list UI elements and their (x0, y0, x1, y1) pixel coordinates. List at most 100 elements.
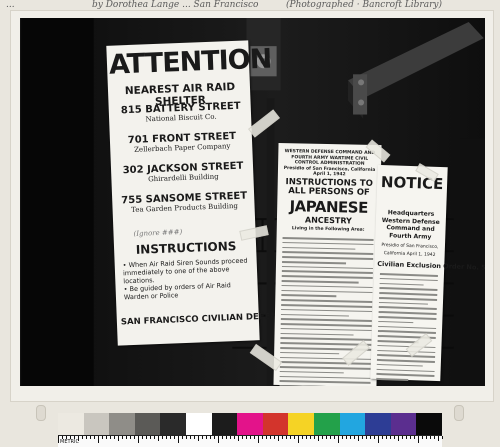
shelter-address-4: 755 SANSOME STREET Tea Garden Products B… (121, 190, 248, 214)
ruler-tick (402, 436, 403, 439)
ruler-tick (206, 436, 207, 439)
ruler-tick (422, 436, 423, 439)
archive-note-middle: by Dorothea Lange ... San Francisco (92, 0, 259, 10)
ruler-tick (362, 436, 363, 439)
living-area-line: Living in the Following Area: (291, 226, 365, 233)
ruler-tick (238, 436, 239, 441)
ruler-tick (334, 436, 335, 439)
color-swatch (365, 413, 392, 435)
attention-title: ATTENTION (108, 43, 272, 81)
ruler-tick (246, 436, 247, 439)
ruler-tick (182, 436, 183, 439)
ruler-tick (250, 436, 251, 439)
ruler-tick (318, 436, 319, 441)
ruler-tick (342, 436, 343, 439)
color-swatch (237, 413, 264, 435)
color-swatch (262, 413, 289, 435)
ruler-tick (110, 436, 111, 439)
ruler-tick (426, 436, 427, 439)
ruler-tick (222, 436, 223, 439)
ruler-tick (434, 436, 435, 439)
ruler-tick (310, 436, 311, 439)
ruler-tick (418, 436, 419, 443)
ruler-tick (390, 436, 391, 439)
ruler-tick (202, 436, 203, 439)
poster-body-text (279, 237, 374, 386)
ruler-tick (142, 436, 143, 439)
civilian-defense-footer: SAN FRANCISCO CIVILIAN DEFENSE CO (120, 310, 307, 328)
poster-header: WESTERN DEFENSE COMMAND AND FOURTH ARMY … (283, 149, 376, 178)
ruler-tick (414, 436, 415, 439)
ruler-tick (430, 436, 431, 439)
ruler-tick (298, 436, 299, 443)
ruler-tick (386, 436, 387, 439)
metric-ruler: METRIC (58, 435, 443, 447)
color-swatch (339, 413, 366, 435)
ruler-tick (174, 436, 175, 439)
ruler-tick (154, 436, 155, 439)
shelter-address-3: 302 JACKSON STREET Ghirardelli Building (122, 160, 244, 184)
ruler-tick (354, 436, 355, 439)
color-swatch (314, 413, 341, 435)
ruler-tick (178, 436, 179, 443)
color-swatch (160, 413, 187, 435)
ruler-tick (198, 436, 199, 441)
ruler-tick (254, 436, 255, 439)
ruler-tick (266, 436, 267, 439)
instructions-heading: INSTRUCTIONS (135, 238, 237, 257)
color-swatch (288, 413, 315, 435)
shelter-address-2: 701 FRONT STREET Zellerbach Paper Compan… (127, 130, 237, 154)
ruler-tick (130, 436, 131, 439)
ruler-tick (146, 436, 147, 439)
ruler-tick (370, 436, 371, 439)
ruler-tick (302, 436, 303, 439)
ruler-tick (242, 436, 243, 439)
ruler-tick (270, 436, 271, 439)
ruler-tick (438, 436, 439, 441)
color-swatch (416, 413, 443, 435)
ruler-tick (98, 436, 99, 443)
ruler-tick (322, 436, 323, 439)
ruler-tick (398, 436, 399, 441)
ruler-tick (346, 436, 347, 439)
instructions-title: INSTRUCTIONS TO ALL PERSONS OF (285, 177, 373, 198)
ruler-tick (274, 436, 275, 439)
ruler-tick (410, 436, 411, 439)
ruler-tick (126, 436, 127, 439)
color-calibration-bar: METRIC (58, 413, 443, 447)
ruler-tick (258, 436, 259, 443)
ruler-tick (382, 436, 383, 439)
ruler-tick (122, 436, 123, 439)
notice-body-text (376, 272, 438, 385)
ruler-tick (90, 436, 91, 439)
ruler-tick (218, 436, 219, 443)
ruler-tick (314, 436, 315, 439)
ruler-tick (190, 436, 191, 439)
ruler-tick (106, 436, 107, 439)
archive-note-left: ... (6, 0, 15, 10)
ruler-tick (214, 436, 215, 439)
ruler-label: METRIC (60, 439, 79, 445)
ruler-tick (162, 436, 163, 439)
color-swatch (58, 413, 85, 435)
color-swatch (83, 413, 110, 435)
ruler-tick (166, 436, 167, 439)
ruler-tick (58, 436, 59, 443)
color-swatch (109, 413, 136, 435)
ruler-tick (186, 436, 187, 439)
color-swatch (134, 413, 161, 435)
ruler-tick (194, 436, 195, 439)
color-swatch (211, 413, 238, 435)
ruler-tick (102, 436, 103, 439)
ruler-tick (82, 436, 83, 439)
ruler-tick (374, 436, 375, 439)
photograph: ATTENTION NEAREST AIR RAID SHELTER 815 B… (20, 18, 485, 386)
headquarters-line: Headquarters Western Defense Command and… (381, 209, 440, 258)
color-swatch (390, 413, 417, 435)
ruler-tick (394, 436, 395, 439)
handwritten-pencil-note: (Ignore ###) (133, 228, 183, 238)
ruler-tick (150, 436, 151, 439)
ruler-tick (290, 436, 291, 439)
ruler-tick (350, 436, 351, 439)
ruler-tick (262, 436, 263, 439)
